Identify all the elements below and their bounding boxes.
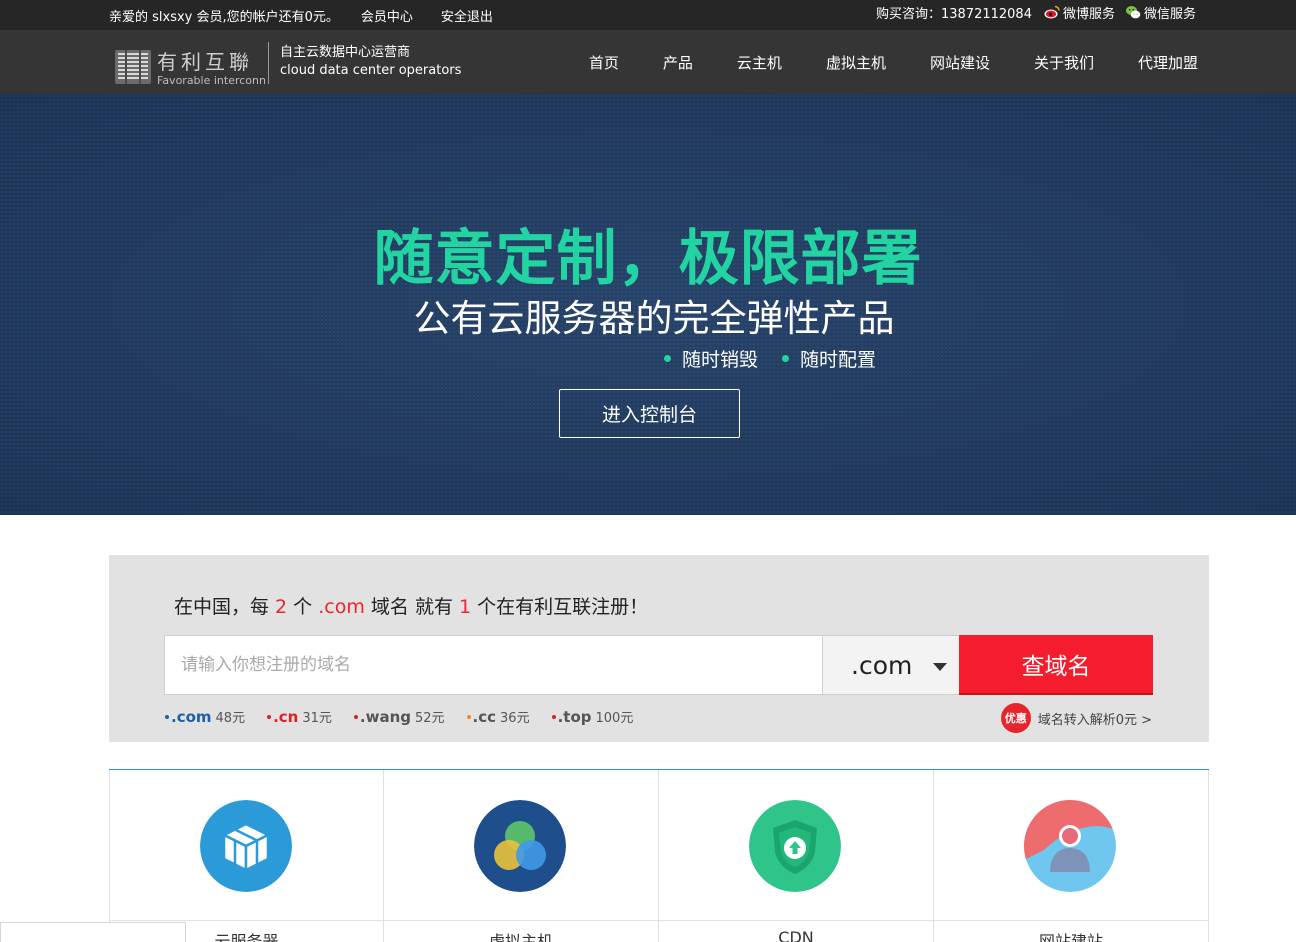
tld-price-item[interactable]: .com 48元 xyxy=(165,707,245,726)
logo-text-cn: 有利互聯 xyxy=(157,50,253,74)
product-card-cdn[interactable]: CDN xyxy=(659,770,934,942)
top-bar: 亲爱的 slxsxy 会员,您的帐户还有0元。 会员中心 安全退出 购买咨询：1… xyxy=(0,0,1296,30)
bullet-dot-icon xyxy=(165,715,169,719)
domain-search-input[interactable] xyxy=(181,655,822,675)
member-center-link[interactable]: 会员中心 xyxy=(361,6,413,25)
logo-text-en: Favorable interconn xyxy=(157,74,266,87)
domain-transfer-promo[interactable]: 优惠 域名转入解析0元 > xyxy=(1000,703,1152,733)
product-card-label: 网站建站 xyxy=(1038,932,1103,942)
hero-subtitle: 公有云服务器的完全弹性产品 xyxy=(413,297,895,340)
tld-price: 36元 xyxy=(500,711,530,726)
slogan-cn: 自主云数据中心运营商 xyxy=(280,45,411,60)
headline-text: 个 xyxy=(287,596,319,618)
tld-name: .wang xyxy=(359,708,411,726)
caret-down-icon xyxy=(933,663,947,671)
promo-text: 域名转入解析0元 > xyxy=(1037,712,1152,728)
circles-icon xyxy=(474,800,566,892)
logout-link[interactable]: 安全退出 xyxy=(441,6,493,25)
nav-products[interactable]: 产品 xyxy=(663,52,693,73)
wechat-service-link[interactable]: 微信服务 xyxy=(1125,3,1196,22)
floating-widget[interactable] xyxy=(0,922,186,942)
tld-dropdown[interactable]: .com xyxy=(823,635,959,695)
main-nav: 首页 产品 云主机 虚拟主机 网站建设 关于我们 代理加盟 xyxy=(589,30,1198,94)
tld-price: 48元 xyxy=(215,711,246,726)
company-slogan: 自主云数据中心运营商 cloud data center operators xyxy=(280,44,461,80)
user-icon xyxy=(1024,800,1116,892)
main-header: 有利互聯 Favorable interconn 自主云数据中心运营商 clou… xyxy=(0,30,1296,94)
weibo-service-label: 微博服务 xyxy=(1062,6,1115,22)
bullet-dot-icon xyxy=(551,715,556,719)
headline-text: 域名 就有 xyxy=(364,596,459,618)
search-domain-button[interactable]: 查域名 xyxy=(959,635,1153,695)
nav-about-us[interactable]: 关于我们 xyxy=(1034,52,1094,73)
product-card-cloud-server[interactable]: 云服务器 xyxy=(109,770,384,942)
hero-feature-item: 随时销毁 xyxy=(664,345,758,372)
tld-name: .com xyxy=(171,708,212,726)
product-card-virtual-host[interactable]: 虚拟主机 xyxy=(384,770,659,942)
tld-price-item[interactable]: .top 100元 xyxy=(551,707,634,726)
tld-price: 100元 xyxy=(595,711,634,726)
hero-banner: 随意定制，极限部署 公有云服务器的完全弹性产品 随时销毁 随时配置 进入控制台 xyxy=(0,94,1296,515)
tld-name: .cc xyxy=(472,708,497,726)
headline-number: 2 xyxy=(275,596,288,618)
discount-badge: 优惠 xyxy=(1000,703,1031,733)
tld-selected-value: .com xyxy=(851,650,913,680)
headline-text: 在中国，每 xyxy=(174,596,276,618)
hero-title: 随意定制，极限部署 xyxy=(373,224,923,294)
shield-icon xyxy=(749,800,841,892)
nav-website-building[interactable]: 网站建设 xyxy=(930,52,990,73)
slogan-en: cloud data center operators xyxy=(280,63,462,78)
contact-info: 购买咨询：13872112084 微博服务 微信服务 xyxy=(876,0,1196,24)
domain-headline: 在中国，每 2 个 .com 域名 就有 1 个在有利互联注册！ xyxy=(174,592,648,619)
cube-icon xyxy=(200,800,292,892)
headline-text: 个在有利互联注册！ xyxy=(471,596,649,618)
product-card-website-building[interactable]: 网站建站 xyxy=(934,770,1209,942)
hero-feature-label: 随时配置 xyxy=(800,349,877,371)
hero-feature-item: 随时配置 xyxy=(782,345,876,372)
bullet-dot-icon xyxy=(782,355,790,362)
enter-console-button[interactable]: 进入控制台 xyxy=(559,389,740,438)
wechat-icon xyxy=(1125,4,1141,20)
server-rack-icon xyxy=(115,50,151,84)
nav-virtual-host[interactable]: 虚拟主机 xyxy=(826,52,886,73)
bullet-dot-icon xyxy=(466,715,471,719)
nav-home[interactable]: 首页 xyxy=(589,52,619,73)
account-greeting: 亲爱的 slxsxy 会员,您的帐户还有0元。 xyxy=(109,9,339,25)
wechat-service-label: 微信服务 xyxy=(1143,6,1196,22)
weibo-service-link[interactable]: 微博服务 xyxy=(1044,3,1115,22)
nav-agent-join[interactable]: 代理加盟 xyxy=(1138,52,1198,73)
consult-phone: 购买咨询：13872112084 xyxy=(875,6,1032,22)
headline-number: 1 xyxy=(458,596,472,618)
hero-feature-label: 随时销毁 xyxy=(682,349,759,371)
headline-tld: .com xyxy=(318,596,365,618)
bullet-dot-icon xyxy=(664,355,671,362)
tld-price-item[interactable]: .wang 52元 xyxy=(353,707,445,726)
tld-price: 52元 xyxy=(415,711,445,726)
site-logo[interactable]: 有利互聯 Favorable interconn xyxy=(113,40,266,88)
tld-name: .cn xyxy=(273,708,299,726)
bullet-dot-icon xyxy=(267,715,272,719)
hero-feature-list: 随时销毁 随时配置 xyxy=(664,345,900,372)
tld-price-list: .com 48元 .cn 31元 .wang 52元 .cc 36元 .top … xyxy=(165,707,655,726)
product-cards: 云服务器 虚拟主机 CDN 网站建站 xyxy=(109,769,1209,942)
product-card-label: 虚拟主机 xyxy=(488,932,553,942)
bullet-dot-icon xyxy=(353,715,358,719)
tld-price-item[interactable]: .cn 31元 xyxy=(267,707,332,726)
logo-divider xyxy=(268,42,269,84)
tld-price: 31元 xyxy=(302,711,332,726)
domain-search-panel: 在中国，每 2 个 .com 域名 就有 1 个在有利互联注册！ .com 查域… xyxy=(109,555,1209,742)
domain-search-field[interactable] xyxy=(164,635,823,695)
nav-cloud-host[interactable]: 云主机 xyxy=(737,52,782,73)
product-card-label: CDN xyxy=(778,928,814,942)
tld-price-item[interactable]: .cc 36元 xyxy=(466,707,530,726)
account-info: 亲爱的 slxsxy 会员,您的帐户还有0元。 会员中心 安全退出 xyxy=(109,0,493,30)
weibo-icon xyxy=(1044,4,1060,20)
tld-name: .top xyxy=(557,708,592,726)
